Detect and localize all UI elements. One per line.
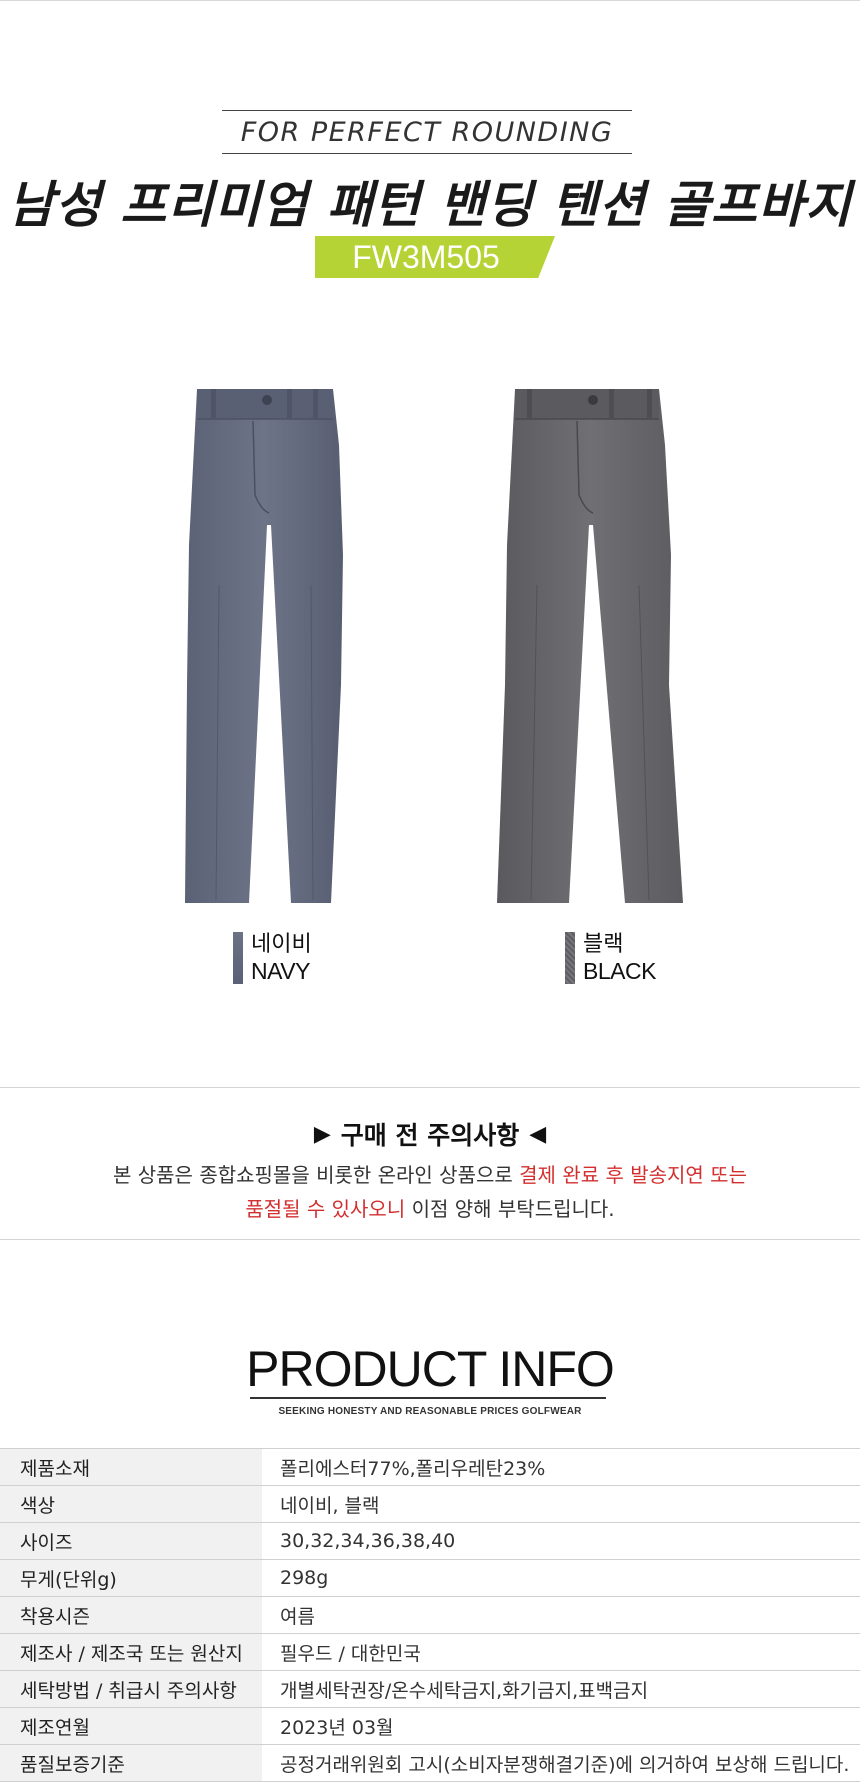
color-name-ko: 블랙 bbox=[583, 932, 624, 957]
top-divider bbox=[0, 0, 860, 1]
purchase-notice: ▶ 구매 전 주의사항 ◀ 본 상품은 종합쇼핑몰을 비롯한 온라인 상품으로 … bbox=[0, 1087, 860, 1240]
navy-pants-image bbox=[183, 385, 353, 905]
product-code: FW3M505 bbox=[352, 238, 500, 275]
notice-text: 본 상품은 종합쇼핑몰을 비롯한 온라인 상품으로 bbox=[113, 1163, 520, 1187]
table-row: 제조연월 2023년 03월 bbox=[0, 1707, 860, 1745]
spec-value: 공정거래위원회 고시(소비자분쟁해결기준)에 의거하여 보상해 드립니다. bbox=[280, 1753, 850, 1776]
notice-title: 구매 전 주의사항 bbox=[340, 1121, 520, 1150]
spec-label: 색상 bbox=[0, 1485, 262, 1523]
color-label-black: 블랙 BLACK bbox=[565, 932, 656, 984]
tagline: FOR PERFECT ROUNDING bbox=[240, 116, 614, 148]
spec-value: 2023년 03월 bbox=[280, 1716, 394, 1739]
spec-label: 제조연월 bbox=[0, 1707, 262, 1745]
spec-value: 298g bbox=[280, 1567, 329, 1589]
notice-heading: ▶ 구매 전 주의사항 ◀ bbox=[0, 1116, 860, 1152]
spec-label: 착용시즌 bbox=[0, 1596, 262, 1634]
product-title: 남성 프리미엄 패턴 밴딩 텐션 골프바지 bbox=[7, 176, 853, 234]
notice-warning-text: 품절될 수 있사오니 bbox=[245, 1197, 406, 1221]
table-row: 색상 네이비, 블랙 bbox=[0, 1485, 860, 1523]
spec-label: 제조사 / 제조국 또는 원산지 bbox=[0, 1633, 262, 1671]
notice-body: 본 상품은 종합쇼핑몰을 비롯한 온라인 상품으로 결제 완료 후 발송지연 또… bbox=[0, 1158, 860, 1226]
color-name-ko: 네이비 bbox=[251, 932, 312, 957]
color-name-en: NAVY bbox=[251, 958, 310, 984]
product-info-divider bbox=[250, 1397, 606, 1399]
spec-label: 세탁방법 / 취급시 주의사항 bbox=[0, 1670, 262, 1708]
spec-value: 여름 bbox=[280, 1605, 315, 1628]
product-info-title: PRODUCT INFO bbox=[246, 1341, 615, 1397]
product-code-badge: FW3M505 bbox=[315, 236, 555, 278]
spec-label: 제품소재 bbox=[0, 1448, 262, 1486]
spec-label: 품질보증기준 bbox=[0, 1744, 262, 1782]
tagline-box: FOR PERFECT ROUNDING bbox=[222, 110, 632, 154]
black-swatch bbox=[565, 932, 575, 984]
product-info-subtitle: SEEKING HONESTY AND REASONABLE PRICES GO… bbox=[278, 1406, 582, 1417]
spec-value: 필우드 / 대한민국 bbox=[280, 1642, 421, 1665]
triangle-left-icon: ◀ bbox=[529, 1121, 547, 1147]
triangle-right-icon: ▶ bbox=[313, 1121, 331, 1147]
table-row: 제품소재 폴리에스터77%,폴리우레탄23% bbox=[0, 1448, 860, 1486]
table-row: 사이즈 30,32,34,36,38,40 bbox=[0, 1522, 860, 1560]
spec-value: 폴리에스터77%,폴리우레탄23% bbox=[280, 1457, 546, 1480]
spec-value: 개별세탁권장/온수세탁금지,화기금지,표백금지 bbox=[280, 1679, 649, 1702]
spec-value: 네이비, 블랙 bbox=[280, 1494, 380, 1517]
navy-swatch bbox=[233, 932, 243, 984]
table-row: 품질보증기준 공정거래위원회 고시(소비자분쟁해결기준)에 의거하여 보상해 드립… bbox=[0, 1744, 860, 1782]
color-name-en: BLACK bbox=[583, 958, 656, 984]
table-row: 무게(단위g) 298g bbox=[0, 1559, 860, 1597]
black-pants-image bbox=[497, 385, 683, 905]
spec-value: 30,32,34,36,38,40 bbox=[280, 1530, 456, 1552]
notice-warning-text: 결제 완료 후 발송지연 또는 bbox=[519, 1163, 747, 1187]
spec-label: 사이즈 bbox=[0, 1522, 262, 1560]
table-row: 세탁방법 / 취급시 주의사항 개별세탁권장/온수세탁금지,화기금지,표백금지 bbox=[0, 1670, 860, 1708]
spec-label: 무게(단위g) bbox=[0, 1559, 262, 1597]
spec-table: 제품소재 폴리에스터77%,폴리우레탄23% 색상 네이비, 블랙 사이즈 30,32… bbox=[0, 1448, 860, 1782]
table-row: 착용시즌 여름 bbox=[0, 1596, 860, 1634]
table-row: 제조사 / 제조국 또는 원산지 필우드 / 대한민국 bbox=[0, 1633, 860, 1671]
notice-text: 이점 양해 부탁드립니다. bbox=[405, 1197, 615, 1221]
color-label-navy: 네이비 NAVY bbox=[233, 932, 312, 984]
